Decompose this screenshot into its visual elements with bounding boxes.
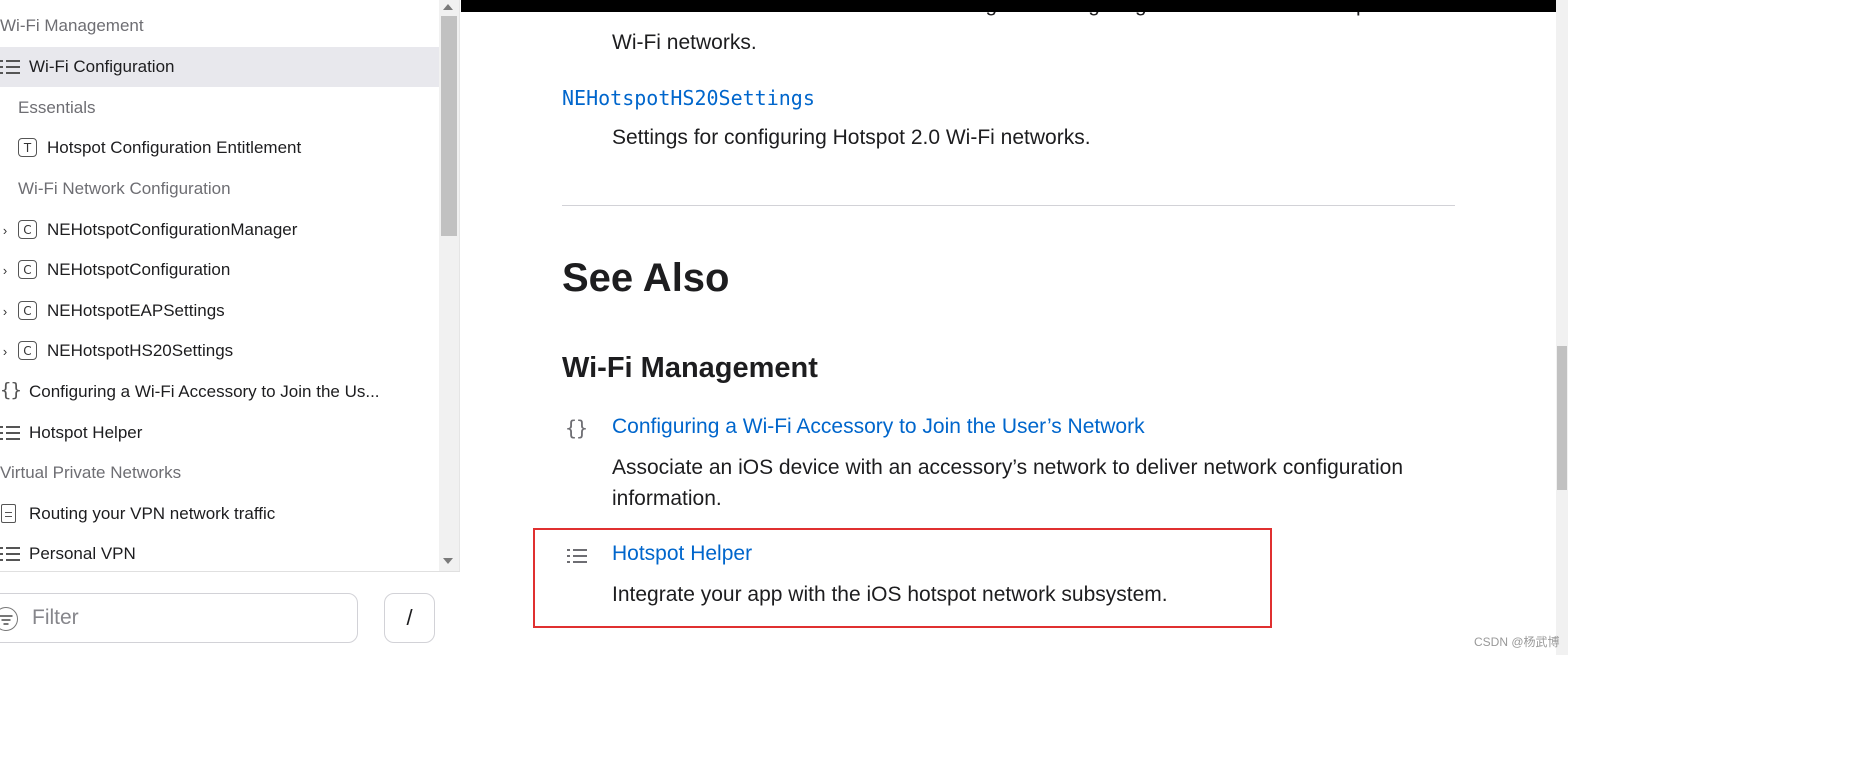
class-c-icon: C [18,341,37,360]
sidebar-item-nehotspotconfigurationmanager[interactable]: › C NEHotspotConfigurationManager [0,210,439,250]
braces-icon: {} [0,379,22,401]
sidebar-item-nehotspotconfiguration[interactable]: › C NEHotspotConfiguration [0,250,439,290]
chevron-right-icon[interactable]: › [0,303,10,319]
sidebar-item-wifi-configuration[interactable]: Wi-Fi Configuration [0,47,439,87]
sidebar-item-label: Essentials [18,98,96,117]
main-content: Extensible Authentication Protocol setti… [461,0,1556,655]
sidebar-item-label: Wi-Fi Configuration [29,57,175,76]
type-t-icon: T [18,138,37,157]
sidebar-heading-virtual-private-networks[interactable]: Virtual Private Networks [0,453,439,493]
sidebar-item-hotspot-helper[interactable]: Hotspot Helper [0,413,439,453]
topic-description-line2: information. [612,487,722,510]
configuring-wifi-accessory-link[interactable]: Configuring a Wi-Fi Accessory to Join th… [612,415,1145,439]
sidebar-item-label: Configuring a Wi-Fi Accessory to Join th… [29,382,380,401]
class-c-icon: C [18,220,37,239]
scroll-up-arrow-icon[interactable] [443,4,453,10]
list-icon [0,60,20,74]
topic-description: Associate an iOS device with an accessor… [612,456,1403,479]
document-icon [1,504,16,523]
sidebar-item-hotspot-configuration-entitlement[interactable]: T Hotspot Configuration Entitlement [0,128,439,168]
watermark: CSDN @杨武博 [1474,635,1560,649]
hs20-settings-description: Settings for configuring Hotspot 2.0 Wi-… [612,126,1091,149]
wifi-management-heading: Wi-Fi Management [562,352,818,384]
list-icon [0,547,20,561]
sidebar-item-personal-vpn[interactable]: Personal VPN [0,534,439,571]
sidebar-item-label: Virtual Private Networks [0,463,182,482]
chevron-right-icon[interactable]: › [0,222,10,238]
sidebar-heading-wifi-network-configuration[interactable]: Wi-Fi Network Configuration [0,169,439,209]
page-scrollbar[interactable] [1556,0,1568,655]
sidebar-nav: Wi-Fi Management Wi-Fi Configuration Ess… [0,0,439,571]
sidebar-item-routing-vpn-traffic[interactable]: Routing your VPN network traffic [0,494,439,534]
sidebar-item-nehotspoteapsettings[interactable]: › C NEHotspotEAPSettings [0,291,439,331]
section-divider [562,205,1455,206]
sidebar-item-label: NEHotspotHS20Settings [47,341,234,360]
sidebar-item-label: Hotspot Helper [29,423,143,442]
highlight-annotation-box [533,528,1272,628]
sidebar: Wi-Fi Management Wi-Fi Configuration Ess… [0,0,460,655]
nehotspoths20settings-link[interactable]: NEHotspotHS20Settings [562,86,815,110]
filter-placeholder: Filter [32,606,79,629]
sidebar-item-label: NEHotspotEAPSettings [47,301,225,320]
chevron-right-icon[interactable]: › [0,343,10,359]
sidebar-item-label: Wi-Fi Network Configuration [18,179,231,198]
page-scrollbar-thumb[interactable] [1557,346,1567,490]
sidebar-item-nehotspoths20settings[interactable]: › C NEHotspotHS20Settings [0,331,439,371]
sidebar-item-label: Routing your VPN network traffic [29,504,276,523]
list-icon [0,426,20,440]
braces-icon: {} [565,416,588,440]
chevron-right-icon[interactable]: › [0,262,10,278]
eap-settings-description-line2: Wi-Fi networks. [612,31,757,54]
see-also-heading: See Also [562,256,730,300]
class-c-icon: C [18,260,37,279]
class-c-icon: C [18,301,37,320]
top-black-bar [461,0,1556,12]
sidebar-item-label: Hotspot Configuration Entitlement [47,138,302,157]
filter-bar: Filter / [0,571,460,655]
sidebar-item-label: Personal VPN [29,544,136,563]
sidebar-item-label: NEHotspotConfigurationManager [47,220,298,239]
sidebar-heading-essentials[interactable]: Essentials [0,88,439,128]
scroll-down-arrow-icon[interactable] [443,558,453,564]
filter-shortcut-button[interactable]: / [384,593,435,643]
sidebar-item-label: NEHotspotConfiguration [47,260,231,279]
sidebar-heading-wifi-management[interactable]: Wi-Fi Management [0,6,439,46]
sidebar-scrollbar-thumb[interactable] [441,16,457,236]
sidebar-item-label: Wi-Fi Management [0,16,144,35]
sidebar-item-configuring-wifi-accessory[interactable]: {} Configuring a Wi-Fi Accessory to Join… [0,372,439,412]
